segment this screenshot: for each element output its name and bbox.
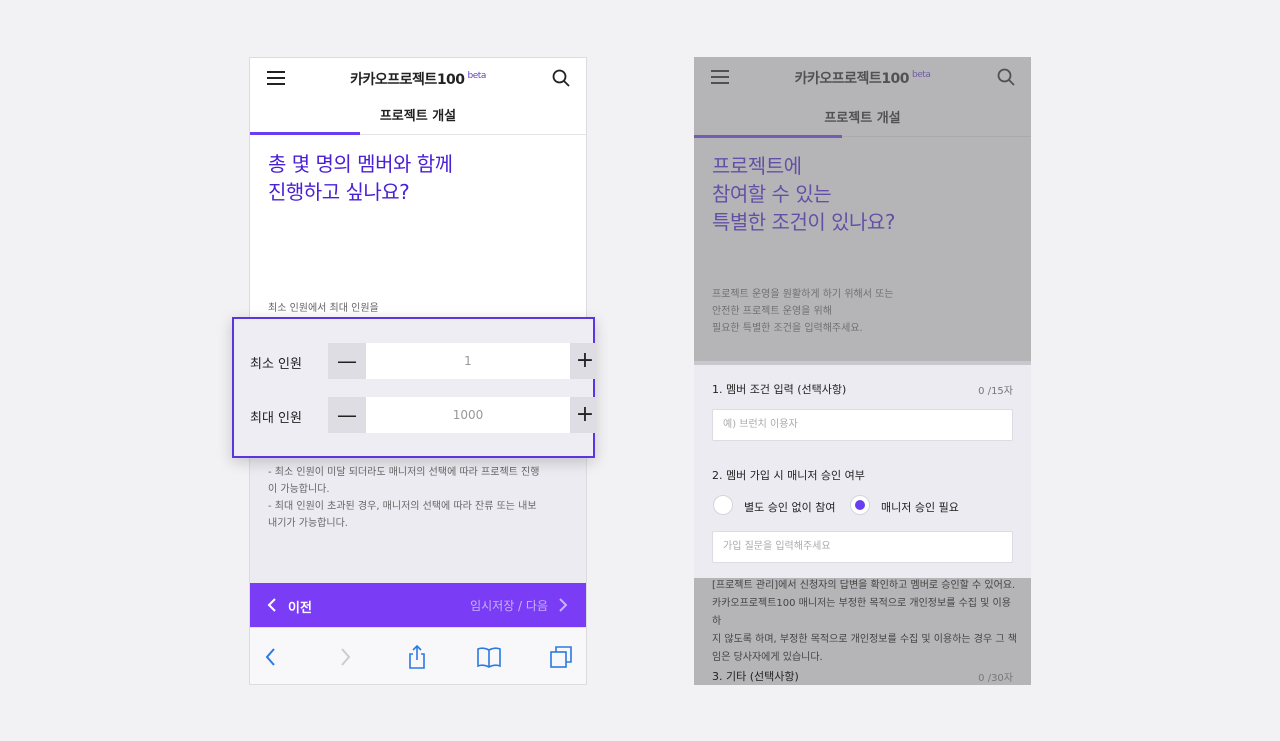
- back-icon[interactable]: [258, 644, 284, 670]
- tabs-icon[interactable]: [548, 644, 574, 670]
- max-members-label: 최대 인원: [250, 411, 302, 426]
- radio-manager-approval[interactable]: [850, 495, 870, 515]
- app-header: 카카오프로젝트100 beta 프로젝트 개설: [694, 57, 1031, 138]
- member-condition-count: 0 /15자: [978, 386, 1013, 397]
- phone-screen-conditions: 카카오프로젝트100 beta 프로젝트 개설 프로젝트에 참여할 수 있는 특별…: [694, 57, 1031, 685]
- note-min: - 최소 인원이 미달 되더라도 매니저의 선택에 따라 프로젝트 진행 이 가…: [268, 467, 540, 529]
- bookmarks-icon[interactable]: [476, 644, 502, 670]
- stepper-zoom-panel: 최소 인원 — 1 + 최대 인원 — 1000 +: [232, 317, 596, 458]
- conditions-form: 1. 멤버 조건 입력 (선택사항) 0 /15자 예) 브런치 이용자 2. …: [694, 361, 1031, 578]
- page-subtitle: 프로젝트 개설: [379, 109, 457, 124]
- max-increment-button[interactable]: +: [572, 397, 598, 433]
- app-logo: 카카오프로젝트100 beta: [350, 71, 486, 88]
- max-decrement-button[interactable]: —: [328, 397, 366, 433]
- search-icon[interactable]: [997, 68, 1015, 86]
- min-members-input[interactable]: 1: [366, 343, 570, 379]
- question-title: 총 몇 명의 멤버와 함께 진행하고 싶나요?: [268, 152, 453, 204]
- etc-count: 0 /30자: [978, 673, 1013, 684]
- save-next-button[interactable]: 임시저장 / 다음: [470, 597, 548, 614]
- min-members-label: 최소 인원: [250, 357, 302, 372]
- approval-label: 2. 멤버 가입 시 매니저 승인 여부: [712, 469, 865, 482]
- radio-no-approval-label[interactable]: 별도 승인 없이 참여: [744, 499, 835, 515]
- browser-toolbar: [250, 627, 586, 684]
- share-icon[interactable]: [404, 644, 430, 670]
- privacy-notice: [프로젝트 관리]에서 신청자의 답변을 확인하고 멤버로 승인할 수 있어요.…: [712, 580, 1017, 663]
- app-header: 카카오프로젝트100 beta 프로젝트 개설: [250, 58, 586, 135]
- forward-icon[interactable]: [332, 644, 358, 670]
- helper-text: 최소 인원에서 최대 인원을: [268, 303, 379, 314]
- progress-indicator: [250, 132, 360, 135]
- search-icon[interactable]: [552, 69, 570, 87]
- app-logo: 카카오프로젝트100 beta: [794, 70, 931, 87]
- question-description: 프로젝트 운영을 원활하게 하기 위해서 또는 안전한 프로젝트 운영을 위해 …: [712, 289, 894, 334]
- join-question-input[interactable]: 가입 질문을 입력해주세요: [712, 531, 1013, 563]
- member-condition-input[interactable]: 예) 브런치 이용자: [712, 409, 1013, 441]
- radio-manager-approval-label[interactable]: 매니저 승인 필요: [881, 499, 959, 515]
- prev-button[interactable]: 이전: [288, 597, 312, 616]
- max-members-stepper: — 1000 +: [328, 397, 596, 433]
- etc-label: 3. 기타 (선택사항): [712, 670, 799, 683]
- question-section: 프로젝트에 참여할 수 있는 특별한 조건이 있나요? 프로젝트 운영을 원활하…: [694, 138, 1031, 361]
- chevron-right-icon[interactable]: [558, 598, 568, 612]
- bottom-nav-bar: 이전 임시저장 / 다음: [250, 583, 586, 627]
- max-members-input[interactable]: 1000: [366, 397, 570, 433]
- radio-no-approval[interactable]: [713, 495, 733, 515]
- min-members-stepper: — 1 +: [328, 343, 596, 379]
- member-condition-label: 1. 멤버 조건 입력 (선택사항): [712, 383, 847, 396]
- min-decrement-button[interactable]: —: [328, 343, 366, 379]
- page-subtitle: 프로젝트 개설: [824, 111, 901, 126]
- chevron-left-icon[interactable]: [267, 598, 277, 612]
- min-increment-button[interactable]: +: [572, 343, 598, 379]
- question-title: 프로젝트에 참여할 수 있는 특별한 조건이 있나요?: [712, 154, 895, 234]
